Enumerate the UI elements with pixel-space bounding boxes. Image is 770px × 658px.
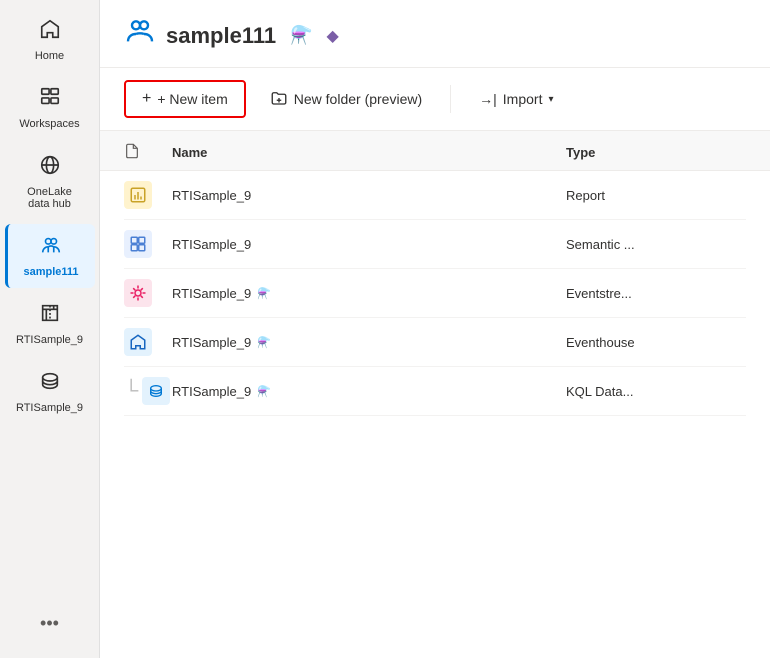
row4-type: Eventhouse <box>566 335 746 350</box>
col-icon <box>124 143 172 162</box>
row1-type: Report <box>566 188 746 203</box>
table-row[interactable]: RTISample_9 ⚗️ Eventstre... <box>124 269 746 318</box>
eventhouse-icon <box>124 328 152 356</box>
new-folder-label: New folder (preview) <box>294 91 422 107</box>
row4-name: RTISample_9 ⚗️ <box>172 335 566 350</box>
sidebar-item-home-label: Home <box>35 50 64 62</box>
main-content: sample111 ⚗️ ◆ + + New item New folder (… <box>100 0 770 658</box>
chevron-down-icon: ▾ <box>548 94 553 105</box>
sidebar: Home Workspaces OneLakedata hub <box>0 0 100 658</box>
row4-icon-cell <box>124 328 172 356</box>
folder-plus-icon <box>270 89 288 110</box>
tree-connector-icon: └ <box>124 381 138 401</box>
row5-name: RTISample_9 ⚗️ <box>172 384 566 399</box>
row2-type: Semantic ... <box>566 237 746 252</box>
toolbar: + + New item New folder (preview) →| Imp… <box>100 68 770 131</box>
row2-icon-cell <box>124 230 172 258</box>
rtisample1-icon <box>39 302 61 330</box>
row2-name: RTISample_9 <box>172 237 566 252</box>
import-label: Import <box>503 91 543 107</box>
sidebar-item-home[interactable]: Home <box>5 8 95 72</box>
sidebar-item-workspaces-label: Workspaces <box>19 118 79 130</box>
more-button[interactable]: ••• <box>32 605 67 642</box>
sidebar-item-rtisample1-label: RTISample_9 <box>16 334 83 346</box>
sidebar-item-onelake[interactable]: OneLakedata hub <box>5 144 95 220</box>
kql-icon <box>142 377 170 405</box>
sidebar-item-sample111-label: sample111 <box>23 266 78 278</box>
toolbar-separator <box>450 85 451 113</box>
row1-name: RTISample_9 <box>172 188 566 203</box>
table-row[interactable]: RTISample_9 Semantic ... <box>124 220 746 269</box>
home-icon <box>39 18 61 46</box>
diamond-badge-header: ◆ <box>327 26 339 46</box>
new-folder-button[interactable]: New folder (preview) <box>254 81 438 118</box>
sidebar-item-sample111[interactable]: sample111 <box>5 224 95 288</box>
workspace-title: sample111 <box>166 23 276 49</box>
row5-type: KQL Data... <box>566 384 746 399</box>
row1-icon-cell <box>124 181 172 209</box>
col-name: Name <box>172 145 566 160</box>
table-header: Name Type <box>100 131 770 171</box>
sidebar-item-workspaces[interactable]: Workspaces <box>5 76 95 140</box>
workspace-header: sample111 ⚗️ ◆ <box>100 0 770 68</box>
row3-icon-cell <box>124 279 172 307</box>
items-table: Name Type RTISample_9 Report <box>100 131 770 658</box>
sidebar-item-rtisample2-label: RTISample_9 <box>16 402 83 414</box>
row3-type: Eventstre... <box>566 286 746 301</box>
semantic-icon <box>124 230 152 258</box>
col-type: Type <box>566 145 746 160</box>
sidebar-item-rtisample1[interactable]: RTISample_9 <box>5 292 95 356</box>
row5-badge: ⚗️ <box>257 385 271 398</box>
row3-badge: ⚗️ <box>257 287 271 300</box>
workspace-icon <box>124 16 156 55</box>
row3-name: RTISample_9 ⚗️ <box>172 286 566 301</box>
import-button[interactable]: →| Import ▾ <box>463 83 569 115</box>
rtisample2-icon <box>39 370 61 398</box>
table-row[interactable]: RTISample_9 Report <box>124 171 746 220</box>
sample111-icon <box>40 234 62 262</box>
sidebar-item-rtisample2[interactable]: RTISample_9 <box>5 360 95 424</box>
report-icon <box>124 181 152 209</box>
table-row[interactable]: RTISample_9 ⚗️ Eventhouse <box>124 318 746 367</box>
table-row[interactable]: └ RTISample_9 ⚗️ KQL Data... <box>124 367 746 416</box>
plus-icon: + <box>142 90 151 108</box>
workspaces-icon <box>39 86 61 114</box>
import-icon: →| <box>479 91 497 107</box>
row4-badge: ⚗️ <box>257 336 271 349</box>
new-item-button[interactable]: + + New item <box>124 80 246 118</box>
row5-icon-cell: └ <box>124 377 172 405</box>
sidebar-item-onelake-label: OneLakedata hub <box>27 186 72 210</box>
warning-badge-header: ⚗️ <box>290 25 312 46</box>
new-item-label: + New item <box>157 91 227 107</box>
onelake-icon <box>39 154 61 182</box>
eventstream-icon <box>124 279 152 307</box>
